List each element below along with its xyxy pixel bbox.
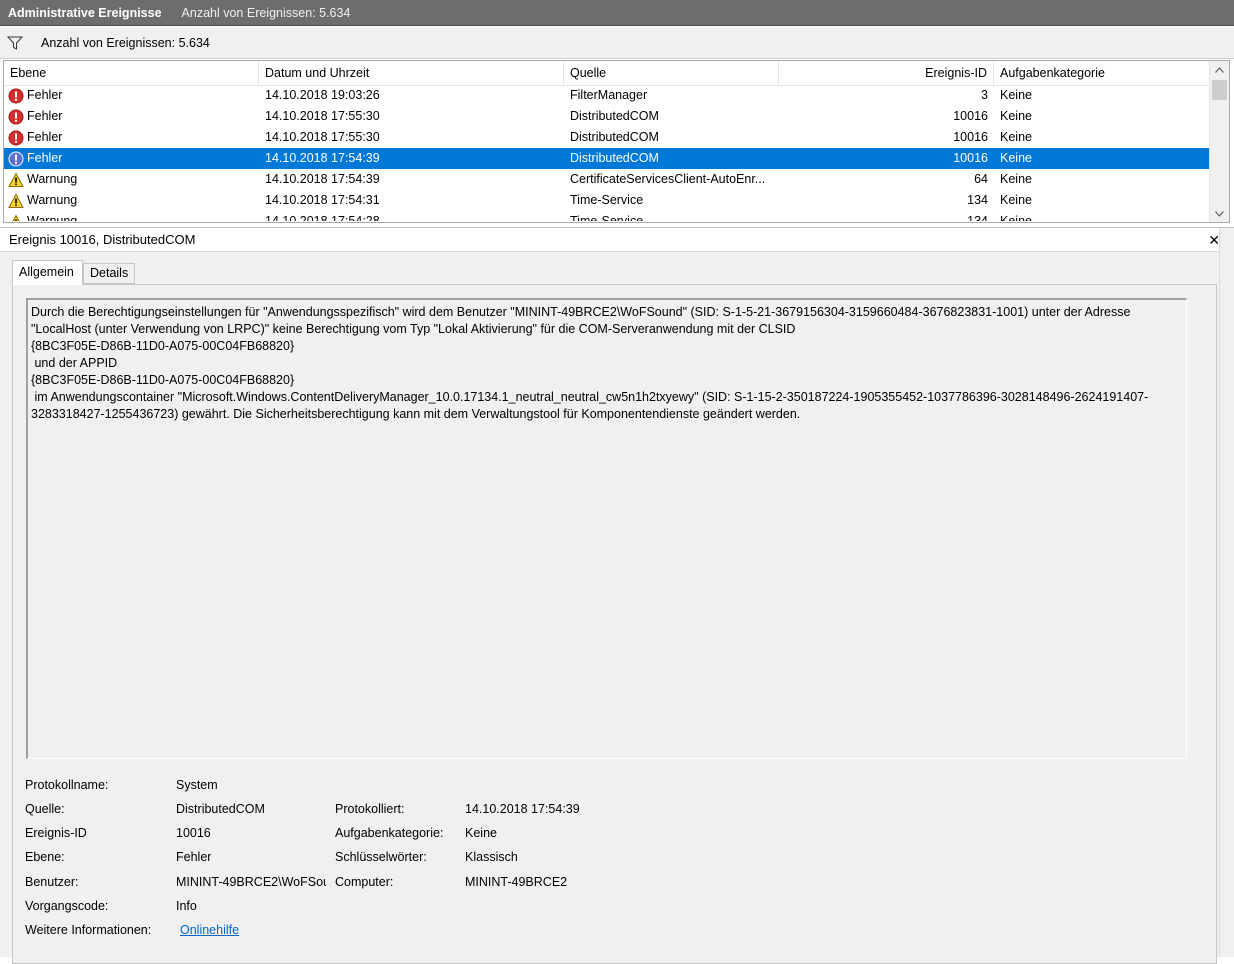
event-list[interactable]: Ebene Datum und Uhrzeit Quelle Ereignis-… [3, 60, 1230, 223]
label-weitere-informationen: Weitere Informationen: [25, 923, 152, 937]
tab-details[interactable]: Details [83, 263, 135, 284]
cell-event-id: 10016 [953, 130, 988, 144]
label-protokolliert: Protokolliert: [335, 802, 405, 816]
table-row[interactable]: Fehler 14.10.2018 17:54:39 DistributedCOM 1… [4, 148, 1210, 169]
value-ereignis-id: 10016 [176, 826, 211, 840]
table-row[interactable]: Warnung 14.10.2018 17:54:28 Time-Service 13… [4, 211, 1210, 221]
label-schluesselwoerter: Schlüsselwörter: [335, 850, 427, 864]
window-title-bar: Administrative Ereignisse Anzahl von Ere… [0, 0, 1234, 26]
cell-level: Warnung [27, 193, 78, 207]
scrollbar-thumb[interactable] [1212, 80, 1227, 100]
cell-category: Keine [1000, 109, 1032, 123]
cell-datetime: 14.10.2018 17:54:39 [265, 151, 380, 165]
warning-icon [8, 171, 27, 188]
table-row[interactable]: Fehler 14.10.2018 19:03:26 FilterManager 3 K… [4, 85, 1210, 106]
value-schluesselwoerter: Klassisch [465, 850, 518, 864]
error-icon [8, 151, 27, 167]
cell-datetime: 14.10.2018 17:55:30 [265, 130, 380, 144]
cell-event-id: 10016 [953, 151, 988, 165]
warning-icon [8, 192, 27, 209]
value-ebene: Fehler [176, 850, 212, 864]
event-detail-title: Ereignis 10016, DistributedCOM [9, 232, 196, 247]
cell-level: Fehler [27, 130, 63, 144]
column-header-event-id[interactable]: Ereignis-ID [779, 61, 994, 85]
cell-category: Keine [1000, 130, 1032, 144]
cell-level: Fehler [27, 88, 63, 102]
cell-source: DistributedCOM [570, 151, 659, 165]
event-detail-header: Ereignis 10016, DistributedCOM ✕ [0, 228, 1234, 252]
event-count-text: Anzahl von Ereignissen: 5.634 [41, 35, 210, 50]
error-icon [8, 88, 27, 104]
cell-level: Warnung [27, 172, 78, 186]
column-header-source[interactable]: Quelle [564, 61, 779, 85]
column-header-datetime[interactable]: Datum und Uhrzeit [259, 61, 564, 85]
cell-datetime: 14.10.2018 17:54:28 [265, 214, 380, 221]
cell-source: DistributedCOM [570, 130, 659, 144]
event-rows: Fehler 14.10.2018 19:03:26 FilterManager 3 K… [4, 85, 1210, 221]
value-protokolliert: 14.10.2018 17:54:39 [465, 802, 580, 816]
cell-category: Keine [1000, 193, 1032, 207]
scroll-down-icon[interactable] [1210, 205, 1229, 222]
scroll-up-icon[interactable] [1210, 61, 1229, 78]
cell-category: Keine [1000, 151, 1032, 165]
cell-datetime: 14.10.2018 19:03:26 [265, 88, 380, 102]
value-protokollname: System [176, 778, 218, 792]
label-quelle: Quelle: [25, 802, 65, 816]
cell-level: Fehler [27, 151, 63, 165]
cell-event-id: 64 [974, 172, 988, 186]
cell-category: Keine [1000, 172, 1032, 186]
cell-event-id: 3 [981, 88, 988, 102]
cell-datetime: 14.10.2018 17:55:30 [265, 109, 380, 123]
cell-event-id: 134 [967, 214, 988, 221]
window-subtitle: Anzahl von Ereignissen: 5.634 [181, 5, 351, 20]
value-computer: MININT-49BRCE2 [465, 875, 568, 889]
window-title: Administrative Ereignisse [8, 5, 162, 20]
cell-source: Time-Service [570, 193, 644, 207]
cell-source: CertificateServicesClient-AutoEnr... [570, 172, 766, 186]
value-aufgabenkategorie: Keine [465, 826, 497, 840]
event-description[interactable]: Durch die Berechtigungseinstellungen für… [26, 298, 1187, 759]
warning-icon [8, 213, 27, 221]
cell-source: Time-Service [570, 214, 644, 221]
column-header-category[interactable]: Aufgabenkategorie [994, 61, 1210, 85]
label-benutzer: Benutzer: [25, 875, 79, 889]
table-row[interactable]: Fehler 14.10.2018 17:55:30 DistributedCOM 1… [4, 106, 1210, 127]
cell-datetime: 14.10.2018 17:54:39 [265, 172, 380, 186]
error-icon [8, 130, 27, 146]
detail-scrollbar[interactable] [1219, 228, 1234, 957]
value-quelle: DistributedCOM [176, 802, 265, 816]
label-ereignis-id: Ereignis-ID [25, 826, 87, 840]
cell-category: Keine [1000, 214, 1032, 221]
cell-category: Keine [1000, 88, 1032, 102]
event-list-header: Ebene Datum und Uhrzeit Quelle Ereignis-… [4, 61, 1210, 86]
label-computer: Computer: [335, 875, 394, 889]
cell-datetime: 14.10.2018 17:54:31 [265, 193, 380, 207]
cell-level: Fehler [27, 109, 63, 123]
cell-source: DistributedCOM [570, 109, 659, 123]
cell-event-id: 134 [967, 193, 988, 207]
label-ebene: Ebene: [25, 850, 65, 864]
tab-allgemein[interactable]: Allgemein [12, 260, 83, 285]
column-header-level[interactable]: Ebene [4, 61, 259, 85]
table-row[interactable]: Fehler 14.10.2018 17:55:30 DistributedCOM 1… [4, 127, 1210, 148]
onlinehilfe-link[interactable]: Onlinehilfe [180, 923, 239, 937]
label-vorgangscode: Vorgangscode: [25, 899, 109, 913]
cell-event-id: 10016 [953, 109, 988, 123]
cell-source: FilterManager [570, 88, 648, 102]
value-vorgangscode: Info [176, 899, 197, 913]
event-list-scrollbar[interactable] [1209, 61, 1229, 222]
cell-level: Warnung [27, 214, 78, 221]
value-benutzer: MININT-49BRCE2\WoFSound [176, 875, 326, 889]
table-row[interactable]: Warnung 14.10.2018 17:54:39 CertificateSer… [4, 169, 1210, 190]
filter-icon[interactable] [7, 35, 23, 51]
label-aufgabenkategorie: Aufgabenkategorie: [335, 826, 444, 840]
error-icon [8, 109, 27, 125]
filter-bar: Anzahl von Ereignissen: 5.634 [0, 27, 1234, 59]
label-protokollname: Protokollname: [25, 778, 109, 792]
table-row[interactable]: Warnung 14.10.2018 17:54:31 Time-Service 13… [4, 190, 1210, 211]
